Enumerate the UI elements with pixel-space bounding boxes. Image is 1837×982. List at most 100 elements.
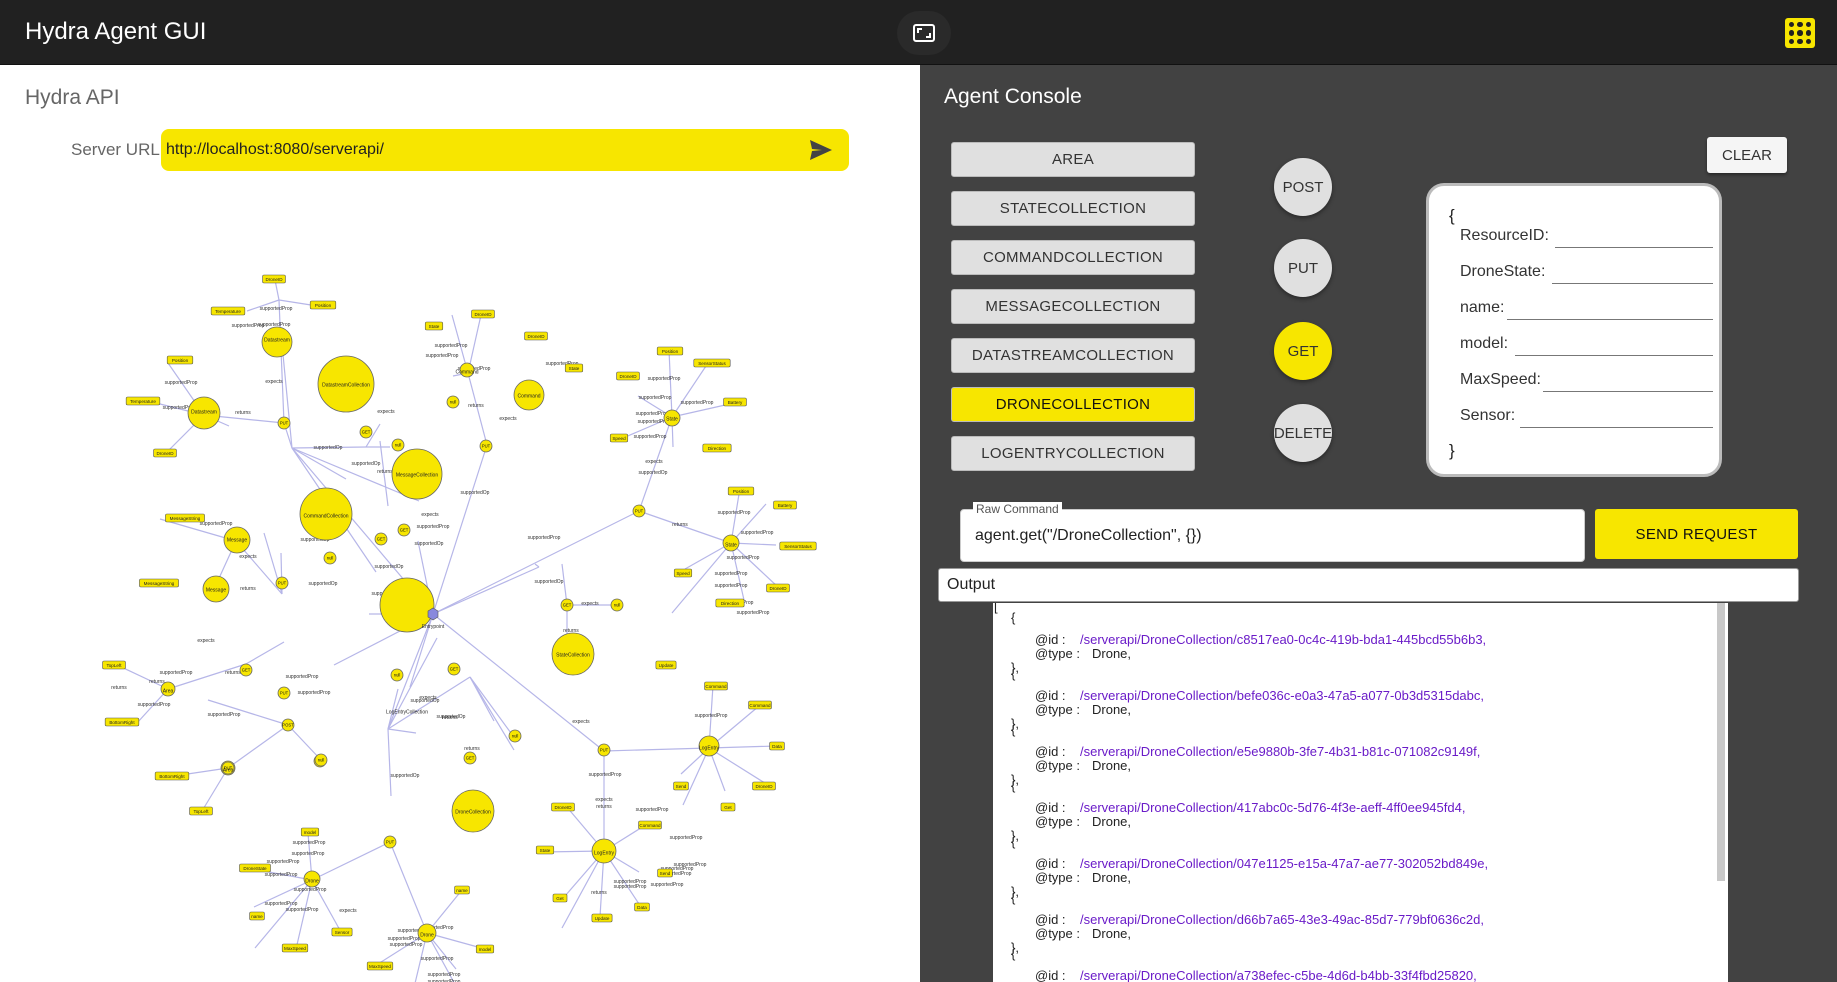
property-label: DroneID — [755, 784, 773, 789]
fullscreen-button[interactable] — [897, 11, 951, 55]
collection-button-area[interactable]: AREA — [951, 142, 1195, 177]
node-label: Area — [223, 768, 234, 774]
resourceid-input[interactable] — [1555, 247, 1713, 248]
collection-button-commandcollection[interactable]: COMMANDCOLLECTION — [951, 240, 1195, 275]
send-request-button[interactable]: SEND REQUEST — [1595, 509, 1798, 559]
edge-label: expects — [645, 459, 663, 465]
entrypoint-label: Entrypoint — [422, 624, 445, 630]
node-label: LogEntry — [594, 851, 615, 857]
output-id-key: @id : — [1035, 800, 1066, 815]
output-label: Output — [947, 576, 996, 593]
raw-command-field[interactable]: Raw Command agent.get("/DroneCollection"… — [960, 502, 1585, 562]
property-label: Battery — [728, 400, 743, 405]
property-label: model — [479, 947, 492, 952]
properties-form: { ResourceID: DroneState: name: model: M… — [1426, 183, 1722, 477]
edge-label: returns — [111, 685, 127, 691]
output-scrollbar[interactable] — [1717, 603, 1725, 881]
op-label: GET — [242, 668, 251, 673]
delete-button[interactable]: DELETE — [1274, 404, 1332, 462]
graph-edge — [278, 299, 312, 306]
property-label: DroneID — [527, 334, 545, 339]
grid-dot-icon — [1805, 22, 1811, 28]
model-input[interactable] — [1515, 355, 1713, 356]
graph-edge — [534, 563, 540, 568]
output-open-bracket: [ — [994, 603, 998, 614]
dronestate-input[interactable] — [1552, 283, 1713, 284]
collection-button-logentrycollection[interactable]: LOGENTRYCOLLECTION — [951, 436, 1195, 471]
edge-label: supportedProp — [428, 972, 461, 978]
graph-edge — [671, 362, 709, 418]
edge-label: supportedOp — [639, 470, 668, 476]
edge-label: supportedProp — [648, 376, 681, 382]
output-id-value: /serverapi/DroneCollection/a738efec-c5be… — [1080, 968, 1477, 982]
grid-dot-icon — [1789, 38, 1795, 44]
property-label: Temperature — [130, 399, 156, 404]
property-label: SensorStatus — [784, 544, 812, 549]
graph-edge — [167, 663, 247, 690]
property-label: Update — [595, 916, 610, 921]
put-button[interactable]: PUT — [1274, 239, 1332, 297]
op-label: GET — [466, 756, 475, 761]
edge-label: expects — [595, 797, 613, 803]
property-label: Command — [705, 684, 727, 689]
name-input[interactable] — [1507, 319, 1713, 320]
server-url-input[interactable]: http://localhost:8080/serverapi/ — [161, 129, 849, 171]
output-id-value: /serverapi/DroneCollection/417abc0c-5d76… — [1080, 800, 1466, 815]
property-label: MaxSpeed — [284, 946, 306, 951]
model-label: model: — [1460, 335, 1509, 352]
api-graph[interactable]: supportedProp supportedProp supportedProp s… — [0, 185, 920, 982]
apps-menu-button[interactable] — [1785, 18, 1815, 48]
edge-label: returns — [672, 522, 688, 528]
output-id-value: /serverapi/DroneCollection/befe036c-e0a3… — [1080, 688, 1485, 703]
edge-label: supportedProp — [286, 674, 319, 680]
op-label: GET — [377, 537, 386, 542]
property-label: DroneID — [474, 312, 492, 317]
clear-button[interactable]: CLEAR — [1707, 137, 1787, 173]
edge-label: returns — [468, 403, 484, 409]
post-button[interactable]: POST — [1274, 158, 1332, 216]
output-type-value: Drone, — [1092, 758, 1132, 773]
output-id-key: @id : — [1035, 912, 1066, 927]
output-type-value: Drone, — [1092, 870, 1132, 885]
graph-edge — [387, 728, 417, 734]
output-id-value: /serverapi/DroneCollection/e5e9880b-3fe7… — [1080, 744, 1481, 759]
property-label: Data — [772, 744, 782, 749]
edge-label: supportedProp — [715, 571, 748, 577]
get-button[interactable]: GET — [1274, 322, 1332, 380]
edge-label: supportedProp — [165, 380, 198, 386]
output-type-key: @type : — [1035, 814, 1080, 829]
property-label: Update — [659, 663, 674, 668]
edge-label: supportedProp — [670, 835, 703, 841]
op-label: null — [327, 556, 334, 561]
maxspeed-input[interactable] — [1543, 391, 1713, 392]
output-panel[interactable]: [{@id : /serverapi/DroneCollection/c8517e… — [993, 603, 1728, 982]
edge-label: supportedProp — [417, 524, 450, 530]
op-label: PUT — [482, 444, 491, 449]
output-id-key: @id : — [1035, 856, 1066, 871]
op-label: null — [614, 603, 621, 608]
property-label: Speed — [676, 571, 690, 576]
graph-edge — [201, 767, 229, 812]
property-label: DroneID — [769, 586, 787, 591]
collection-button-statecollection[interactable]: STATECOLLECTION — [951, 191, 1195, 226]
collection-button-datastreamcollection[interactable]: DATASTREAMCOLLECTION — [951, 338, 1195, 373]
graph-edge — [668, 349, 673, 418]
graph-edge — [682, 747, 710, 806]
graph-edge — [227, 724, 289, 769]
raw-command-value[interactable]: agent.get("/DroneCollection", {}) — [975, 527, 1202, 545]
node-label: DatastreamCollection — [322, 383, 370, 389]
graph-edge — [287, 724, 322, 761]
edge-label: supportedProp — [265, 872, 298, 878]
collection-button-messagecollection[interactable]: MESSAGECOLLECTION — [951, 289, 1195, 324]
server-url-value[interactable]: http://localhost:8080/serverapi/ — [166, 141, 384, 159]
node-label: StateCollection — [556, 653, 590, 659]
send-icon[interactable] — [809, 139, 833, 161]
property-label: name — [251, 914, 263, 919]
property-label: Direction — [708, 446, 727, 451]
sensor-input[interactable] — [1520, 427, 1713, 428]
output-id-value: /serverapi/DroneCollection/047e1125-e15a… — [1080, 856, 1489, 871]
edge-label: supportedProp — [639, 395, 672, 401]
collection-button-dronecollection[interactable]: DRONECOLLECTION — [951, 387, 1195, 422]
node-label: DroneCollection — [455, 810, 491, 816]
edge-label: supportedProp — [435, 343, 468, 349]
